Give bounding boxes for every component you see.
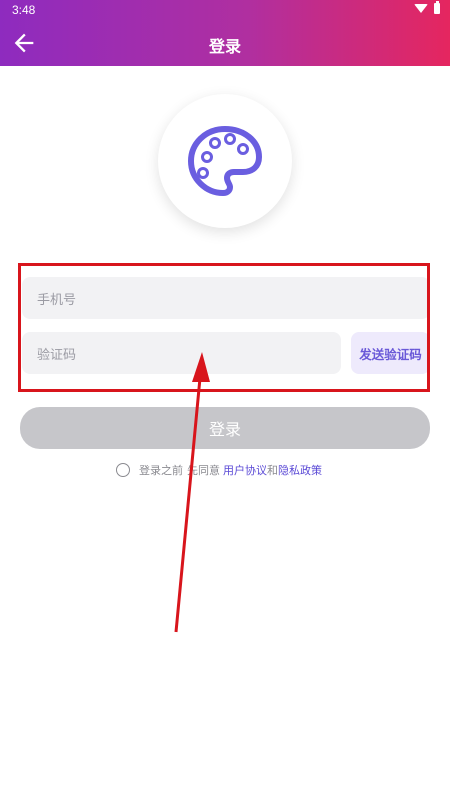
- agreement-prefix: 登录之前: [139, 464, 183, 477]
- privacy-policy-link[interactable]: 隐私政策: [278, 462, 322, 478]
- annotation-highlight-box: [18, 263, 430, 392]
- status-time: 3:48: [12, 3, 36, 17]
- app-bar: 登录: [0, 20, 450, 66]
- agreement-checkbox[interactable]: [116, 463, 130, 477]
- palette-icon: [188, 126, 262, 196]
- user-agreement-link[interactable]: 用户协议: [223, 462, 267, 478]
- status-bar: 3:48: [0, 0, 450, 20]
- status-icons: [414, 1, 440, 14]
- wifi-icon: [414, 4, 428, 13]
- page-title: 登录: [208, 37, 241, 56]
- agreement-row: 登录之前 先同意 用户协议 和 隐私政策: [116, 462, 322, 478]
- battery-icon: [434, 1, 440, 14]
- login-button[interactable]: 登录: [20, 407, 430, 449]
- app-logo: [158, 94, 292, 228]
- agreement-middle: 先同意: [187, 464, 220, 477]
- agreement-and: 和: [267, 464, 278, 477]
